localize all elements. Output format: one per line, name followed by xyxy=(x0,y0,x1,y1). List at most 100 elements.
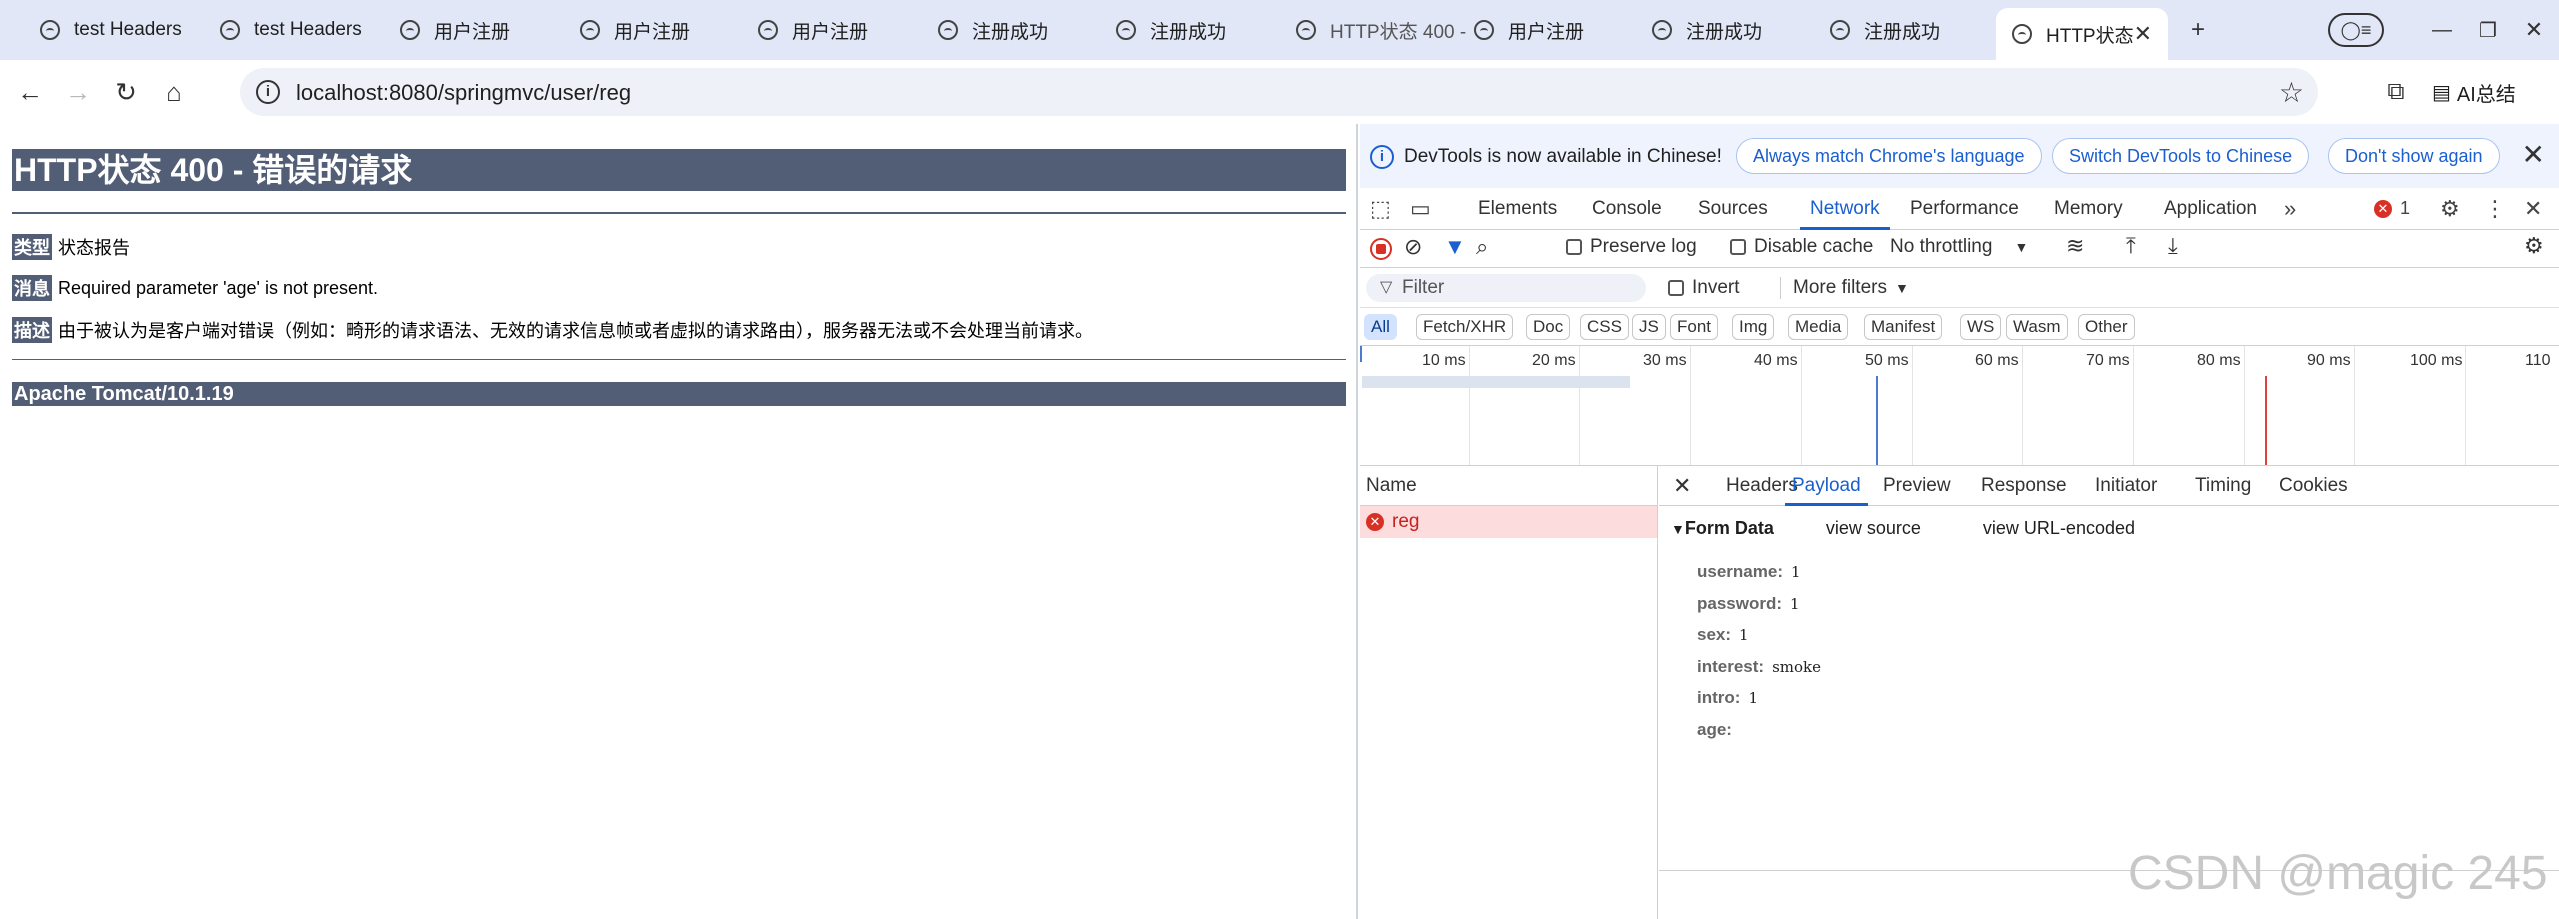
more-filters-label: More filters xyxy=(1793,277,1887,298)
search-icon[interactable]: ⌕ xyxy=(1476,234,1488,260)
network-conditions-icon[interactable]: ≋ xyxy=(2066,233,2084,259)
type-filter-wasm[interactable]: Wasm xyxy=(2006,314,2068,340)
network-timeline-overview[interactable]: 10 ms 20 ms 30 ms 40 ms 50 ms 60 ms 70 m… xyxy=(1360,346,2559,466)
tab-payload[interactable]: Payload xyxy=(1785,466,1868,506)
filter-input[interactable]: ▽ Filter xyxy=(1366,274,1646,302)
browser-tab[interactable]: 用户注册 xyxy=(400,10,570,50)
tab-preview[interactable]: Preview xyxy=(1883,466,1951,506)
profile-menu-icon[interactable]: ◯≡ xyxy=(2328,13,2384,47)
type-filter-manifest[interactable]: Manifest xyxy=(1864,314,1943,340)
tab-initiator[interactable]: Initiator xyxy=(2095,466,2157,506)
export-har-icon[interactable]: ⤓ xyxy=(2168,233,2178,259)
type-filter-css[interactable]: CSS xyxy=(1580,314,1629,340)
type-filter-js[interactable]: JS xyxy=(1632,314,1666,340)
inspect-element-icon[interactable]: ⬚ xyxy=(1370,196,1391,222)
new-tab-icon[interactable]: + xyxy=(2180,12,2216,48)
field-key: intro: xyxy=(1697,688,1741,707)
import-har-icon[interactable]: ⤒ xyxy=(2126,233,2136,259)
error-count-badge[interactable]: ✕ 1 xyxy=(2374,198,2410,219)
browser-tab[interactable]: 注册成功 xyxy=(938,10,1108,50)
browser-tab[interactable]: 用户注册 xyxy=(580,10,750,50)
network-settings-gear-icon[interactable]: ⚙ xyxy=(2524,233,2544,259)
timeline-gridline xyxy=(2133,346,2134,465)
settings-gear-icon[interactable]: ⚙ xyxy=(2440,196,2460,222)
tab-console[interactable]: Console xyxy=(1592,188,1662,230)
tab-performance[interactable]: Performance xyxy=(1910,188,2019,230)
type-filter-other[interactable]: Other xyxy=(2078,314,2135,340)
type-filter-font[interactable]: Font xyxy=(1670,314,1719,340)
invert-checkbox[interactable]: Invert xyxy=(1668,277,1740,299)
browser-tab[interactable]: 注册成功 xyxy=(1830,10,2000,50)
switch-to-chinese-button[interactable]: Switch DevTools to Chinese xyxy=(2052,138,2310,174)
type-filter-doc[interactable]: Doc xyxy=(1526,314,1571,340)
type-filter-all[interactable]: All xyxy=(1364,314,1397,340)
view-source-link[interactable]: view source xyxy=(1826,518,1921,539)
ai-summary-button[interactable]: ▤ AI总结 xyxy=(2432,74,2516,110)
request-row[interactable]: ✕ reg xyxy=(1360,506,1657,538)
stop-recording-icon[interactable] xyxy=(1370,238,1392,260)
info-icon: i xyxy=(1370,145,1394,169)
more-tabs-icon[interactable]: » xyxy=(2284,196,2296,222)
browser-tab[interactable]: 用户注册 xyxy=(758,10,928,50)
browser-tab[interactable]: test Headers xyxy=(40,10,210,50)
tab-application[interactable]: Application xyxy=(2164,188,2257,230)
disable-cache-checkbox[interactable]: Disable cache xyxy=(1730,236,1873,258)
preserve-log-checkbox[interactable]: Preserve log xyxy=(1566,236,1697,258)
more-options-icon[interactable]: ⋮ xyxy=(2484,196,2506,222)
form-data-toggle[interactable]: ▼Form Data xyxy=(1671,518,1774,539)
close-devtools-icon[interactable]: ✕ xyxy=(2524,196,2542,222)
type-filter-media[interactable]: Media xyxy=(1788,314,1849,340)
tab-title: 注册成功 xyxy=(972,21,1049,43)
url-text[interactable]: localhost:8080/springmvc/user/reg xyxy=(296,80,631,106)
tab-elements[interactable]: Elements xyxy=(1478,188,1557,230)
filter-funnel-icon[interactable]: ▼ xyxy=(1444,234,1466,260)
divider xyxy=(12,359,1346,360)
more-filters-dropdown[interactable]: More filters ▼ xyxy=(1780,277,1909,299)
view-url-encoded-link[interactable]: view URL-encoded xyxy=(1983,518,2135,539)
tab-sources[interactable]: Sources xyxy=(1698,188,1768,230)
address-bar[interactable]: i localhost:8080/springmvc/user/reg ☆ xyxy=(240,68,2318,116)
site-info-icon[interactable]: i xyxy=(256,80,280,104)
timeline-label: 60 ms xyxy=(1975,352,2019,369)
checkbox-unchecked[interactable] xyxy=(1566,239,1582,255)
dont-show-again-button[interactable]: Don't show again xyxy=(2328,138,2500,174)
minimize-icon[interactable]: — xyxy=(2424,12,2460,48)
throttling-select[interactable]: No throttling ▼ xyxy=(1890,236,2028,258)
type-filter-ws[interactable]: WS xyxy=(1960,314,2002,340)
name-column-header[interactable]: Name xyxy=(1360,466,1657,506)
close-window-icon[interactable]: ✕ xyxy=(2516,12,2552,48)
bookmark-star-icon[interactable]: ☆ xyxy=(2279,76,2304,109)
clear-log-icon[interactable]: ⊘ xyxy=(1404,234,1422,260)
browser-tab[interactable]: 用户注册 xyxy=(1474,10,1644,50)
forward-icon[interactable]: → xyxy=(60,74,96,110)
restore-icon[interactable]: ❐ xyxy=(2470,12,2506,48)
tab-response[interactable]: Response xyxy=(1981,466,2067,506)
browser-tab[interactable]: 注册成功 xyxy=(1652,10,1822,50)
filter-funnel-icon: ▽ xyxy=(1380,279,1393,296)
browser-tab-active[interactable]: HTTP状态 ✕ xyxy=(1996,8,2168,60)
timeline-gridline xyxy=(2244,346,2245,465)
tab-cookies[interactable]: Cookies xyxy=(2279,466,2348,506)
checkbox-unchecked[interactable] xyxy=(1730,239,1746,255)
back-icon[interactable]: ← xyxy=(12,74,48,110)
field-value: 1 xyxy=(1790,595,1800,613)
checkbox-unchecked[interactable] xyxy=(1668,280,1684,296)
close-infobar-icon[interactable]: ✕ xyxy=(2522,138,2545,171)
extensions-icon[interactable]: ⧉ xyxy=(2378,74,2414,110)
form-field: sex: 1 xyxy=(1697,625,1749,645)
site-favicon-icon xyxy=(1116,20,1136,40)
tab-memory[interactable]: Memory xyxy=(2054,188,2123,230)
close-tab-icon[interactable]: ✕ xyxy=(2134,21,2168,47)
browser-tab[interactable]: 注册成功 xyxy=(1116,10,1286,50)
browser-tab[interactable]: HTTP状态 400 - xyxy=(1296,10,1466,50)
close-detail-icon[interactable]: ✕ xyxy=(1673,466,1691,506)
type-filter-img[interactable]: Img xyxy=(1732,314,1775,340)
tab-network[interactable]: Network xyxy=(1800,188,1890,230)
device-toolbar-icon[interactable]: ▭ xyxy=(1410,196,1431,222)
always-match-language-button[interactable]: Always match Chrome's language xyxy=(1736,138,2042,174)
home-icon[interactable]: ⌂ xyxy=(156,74,192,110)
type-filter-fetch-xhr[interactable]: Fetch/XHR xyxy=(1416,314,1514,340)
tab-timing[interactable]: Timing xyxy=(2195,466,2251,506)
reload-icon[interactable]: ↻ xyxy=(108,74,144,110)
browser-tab[interactable]: test Headers xyxy=(220,10,390,50)
